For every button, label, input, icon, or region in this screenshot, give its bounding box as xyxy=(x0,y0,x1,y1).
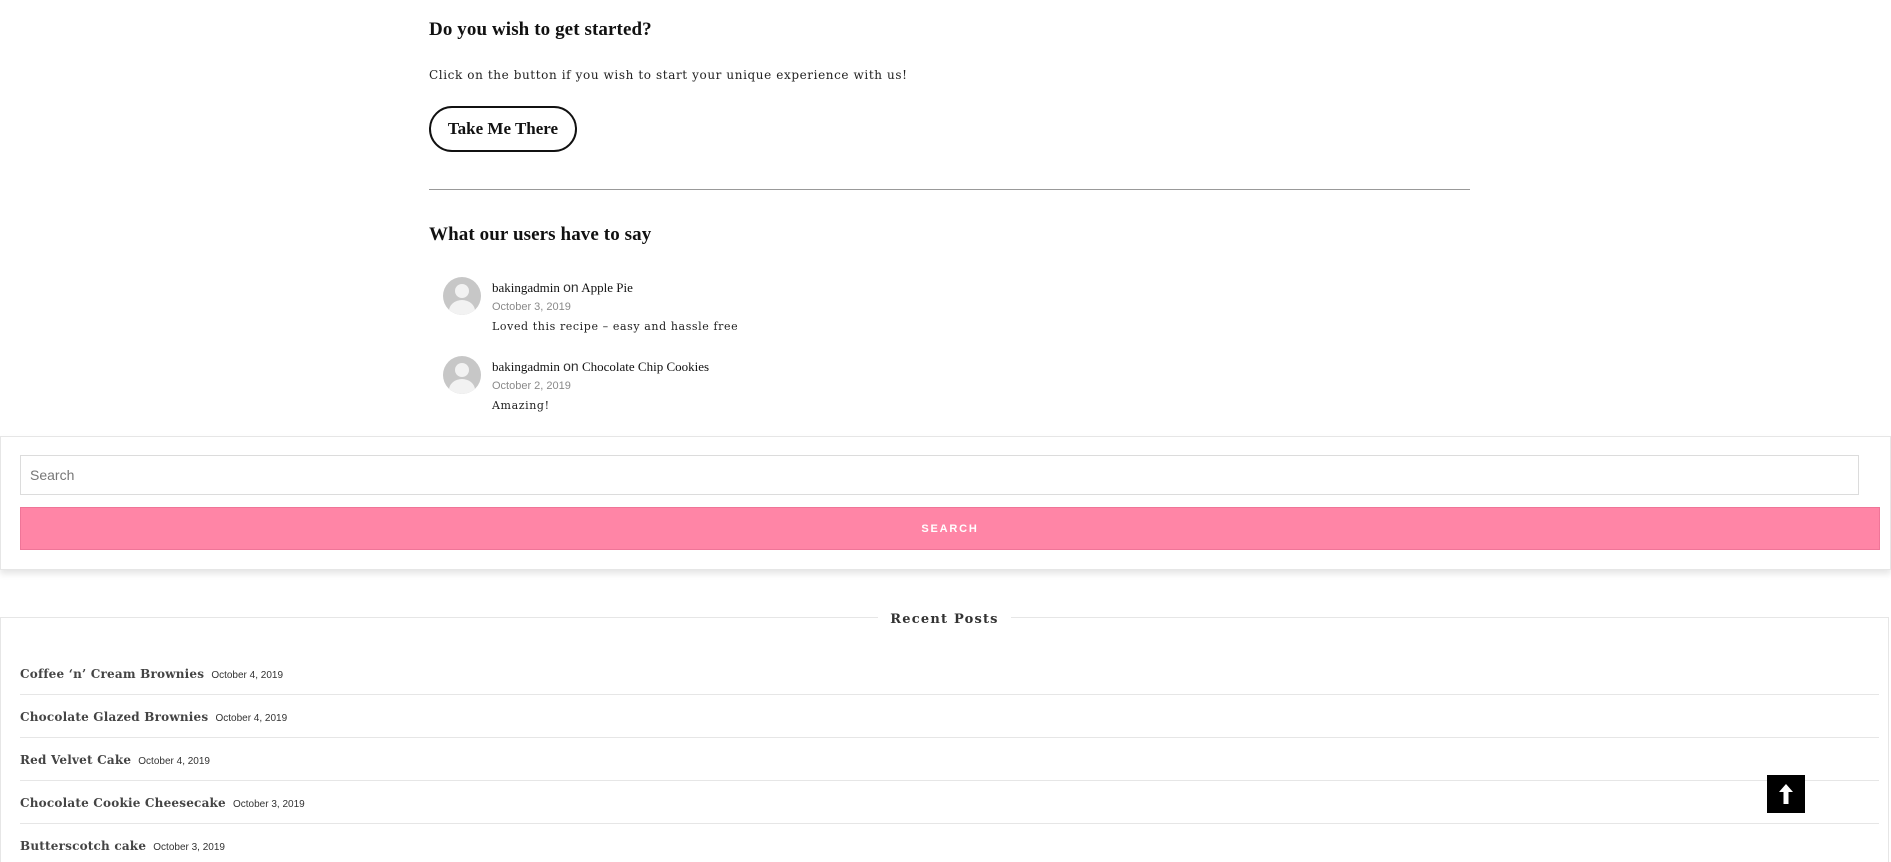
arrow-up-icon xyxy=(1779,784,1793,804)
recent-post-date: October 4, 2019 xyxy=(211,670,284,681)
comment-meta: bakingadmin on Apple Pie xyxy=(492,279,633,296)
recent-post-date: October 4, 2019 xyxy=(215,713,288,724)
comment-date: October 3, 2019 xyxy=(492,301,571,313)
list-item: Chocolate Cookie Cheesecake October 3, 2… xyxy=(20,781,1879,824)
cta-heading: Do you wish to get started? xyxy=(429,19,652,40)
recent-post-date: October 3, 2019 xyxy=(232,799,305,810)
comment-post-link[interactable]: Apple Pie xyxy=(581,280,633,295)
recent-post-link[interactable]: Coffee ‘n’ Cream Brownies xyxy=(20,667,204,681)
comment-meta: bakingadmin on Chocolate Chip Cookies xyxy=(492,358,709,375)
recent-post-date: October 3, 2019 xyxy=(153,842,225,853)
recent-post-link[interactable]: Chocolate Glazed Brownies xyxy=(20,710,208,724)
default-avatar-icon xyxy=(443,356,481,394)
section-divider xyxy=(429,189,1470,190)
default-avatar-icon xyxy=(443,277,481,315)
comment-date: October 2, 2019 xyxy=(492,380,571,392)
comment-post-link[interactable]: Chocolate Chip Cookies xyxy=(582,359,709,374)
search-input[interactable] xyxy=(20,455,1859,495)
recent-post-link[interactable]: Red Velvet Cake xyxy=(20,753,131,767)
comment-author-link[interactable]: bakingadmin xyxy=(492,359,560,374)
comment-item: bakingadmin on Chocolate Chip Cookies Oc… xyxy=(443,356,943,416)
list-item: Butterscotch cake October 3, 2019 xyxy=(20,824,1879,862)
back-to-top-button[interactable] xyxy=(1767,775,1805,813)
recent-posts-title: Recent Posts xyxy=(878,612,1011,627)
comment-item: bakingadmin on Apple Pie October 3, 2019… xyxy=(443,277,943,337)
cta-text: Click on the button if you wish to start… xyxy=(429,68,908,82)
list-item: Red Velvet Cake October 4, 2019 xyxy=(20,738,1879,781)
comment-on-word: on xyxy=(563,358,579,374)
comment-excerpt: Amazing! xyxy=(492,399,550,412)
search-button[interactable]: SEARCH xyxy=(20,507,1880,550)
testimonials-heading: What our users have to say xyxy=(429,224,652,245)
list-item: Coffee ‘n’ Cream Brownies October 4, 201… xyxy=(20,652,1879,695)
recent-posts-widget: Recent Posts Coffee ‘n’ Cream Brownies O… xyxy=(0,612,1889,862)
take-me-there-button[interactable]: Take Me There xyxy=(429,106,577,152)
comment-excerpt: Loved this recipe – easy and hassle free xyxy=(492,320,739,333)
recent-post-date: October 4, 2019 xyxy=(138,756,210,767)
comment-author-link[interactable]: bakingadmin xyxy=(492,280,560,295)
recent-posts-title-wrap: Recent Posts xyxy=(1,608,1888,627)
search-widget: SEARCH xyxy=(0,436,1891,570)
comment-on-word: on xyxy=(563,279,579,295)
list-item: Chocolate Glazed Brownies October 4, 201… xyxy=(20,695,1879,738)
recent-post-link[interactable]: Chocolate Cookie Cheesecake xyxy=(20,796,226,810)
recent-post-link[interactable]: Butterscotch cake xyxy=(20,839,146,853)
